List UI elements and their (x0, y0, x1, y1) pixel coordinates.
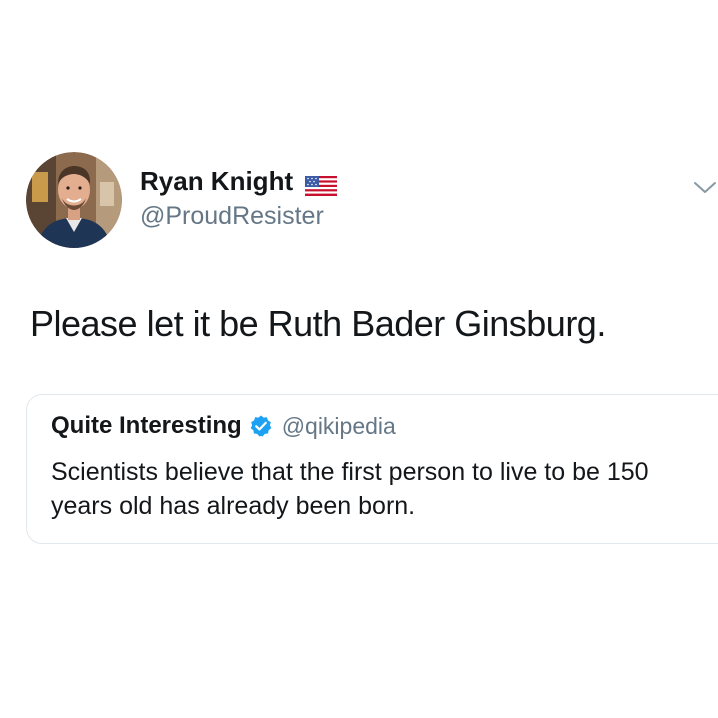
more-options-button[interactable] (692, 174, 718, 200)
quoted-tweet-card[interactable]: Quite Interesting @qikipedia Scientists … (26, 394, 718, 544)
quoted-author-name[interactable]: Quite Interesting (51, 411, 242, 441)
quoted-tweet-text: Scientists believe that the first person… (51, 458, 649, 520)
author-name-label: Ryan Knight (140, 166, 294, 196)
author-name[interactable]: Ryan Knight (140, 166, 338, 196)
chevron-down-icon (694, 182, 716, 193)
tweet: Ryan Knight @ProudResister Please let it… (0, 0, 718, 718)
author-handle[interactable]: @ProudResister (140, 201, 324, 231)
quoted-tweet-header: Quite Interesting @qikipedia (51, 411, 396, 441)
us-flag-icon (305, 172, 338, 196)
verified-badge-icon (249, 414, 273, 438)
avatar[interactable] (26, 152, 122, 248)
profile-photo-icon (26, 152, 122, 248)
tweet-text: Please let it be Ruth Bader Ginsburg. (30, 303, 606, 344)
quoted-author-handle[interactable]: @qikipedia (282, 411, 396, 441)
